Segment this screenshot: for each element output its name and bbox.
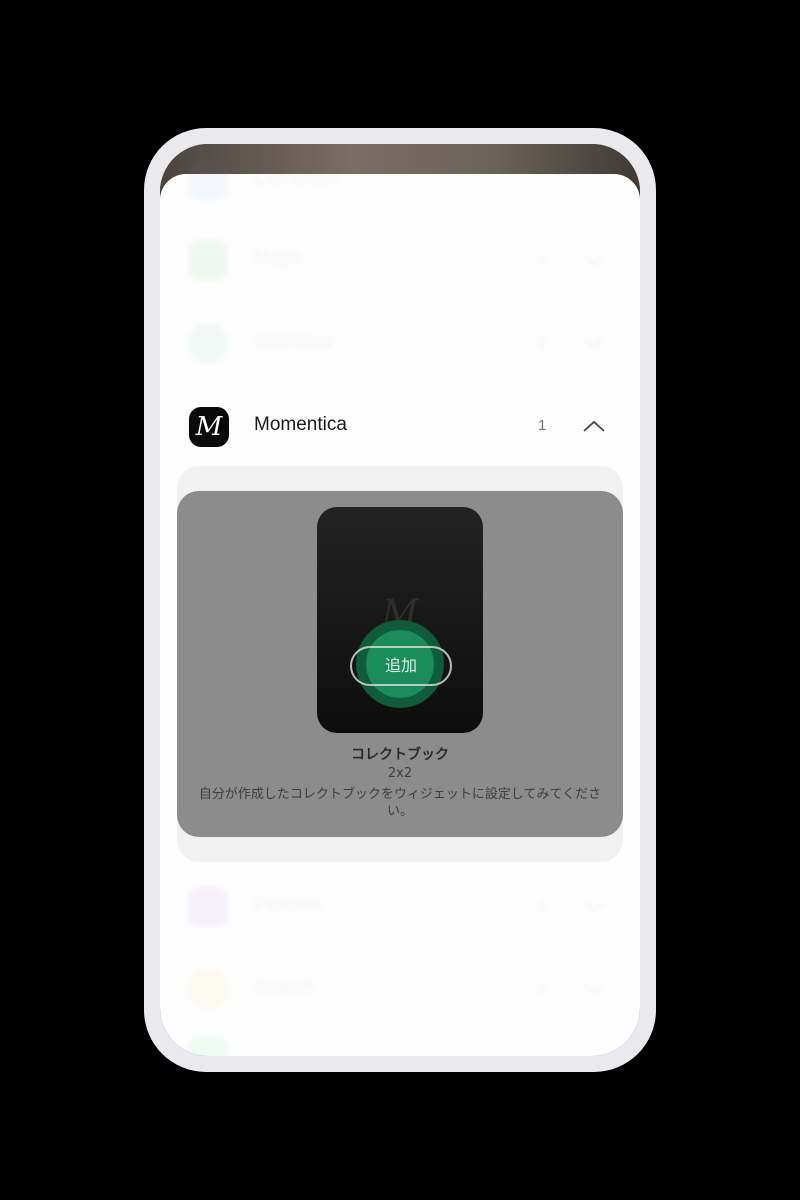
app-row-count: 2 [538,334,547,351]
app-row-calculator[interactable]: Calculator [160,150,640,210]
chevron-down-icon[interactable] [582,331,606,355]
chevron-down-icon[interactable] [582,248,606,272]
widget-picker-sheet[interactable]: Calculator Maps 4 WebView 2 M Momentica [160,160,640,1056]
app-row-pictures[interactable]: Pictures 2 [160,877,640,937]
app-row-count: 4 [538,251,547,268]
app-icon [188,1038,228,1056]
widget-size: 2x2 [387,766,413,781]
app-row-name: WebView [254,331,334,352]
momentica-icon-letter: M [195,412,223,442]
app-row-partial[interactable] [160,1034,640,1056]
app-row-count: 2 [538,898,547,915]
app-row-name: Calculator [254,168,340,189]
chevron-up-icon[interactable] [582,414,606,438]
chevron-down-icon[interactable] [582,977,606,1001]
search-icon [188,969,228,1009]
app-row-search[interactable]: Search 1 [160,959,640,1019]
app-row-webview[interactable]: WebView 2 [160,313,640,373]
webview-icon [188,323,228,363]
app-row-count: 1 [538,980,547,997]
maps-icon [188,240,228,280]
phone-frame: Calculator Maps 4 WebView 2 M Momentica [144,128,656,1072]
widget-description: 自分が作成したコレクトブックをウィジェットに設定してみてください。 [198,787,602,819]
app-row-name: Maps [254,248,301,269]
app-row-momentica[interactable]: M Momentica 1 [160,396,640,456]
chevron-down-icon[interactable] [582,895,606,919]
calculator-icon [188,160,228,200]
app-row-name: Search [254,977,315,998]
pictures-icon [188,887,228,927]
momentica-app-icon: M [189,407,229,447]
app-row-name: Pictures [254,895,323,916]
add-widget-button[interactable]: 追加 [350,646,452,686]
app-row-maps[interactable]: Maps 4 [160,230,640,290]
screen: Calculator Maps 4 WebView 2 M Momentica [160,144,640,1056]
widget-title: コレクトブック [351,747,449,763]
app-row-name: Momentica [254,414,347,435]
app-row-count: 1 [538,417,547,434]
